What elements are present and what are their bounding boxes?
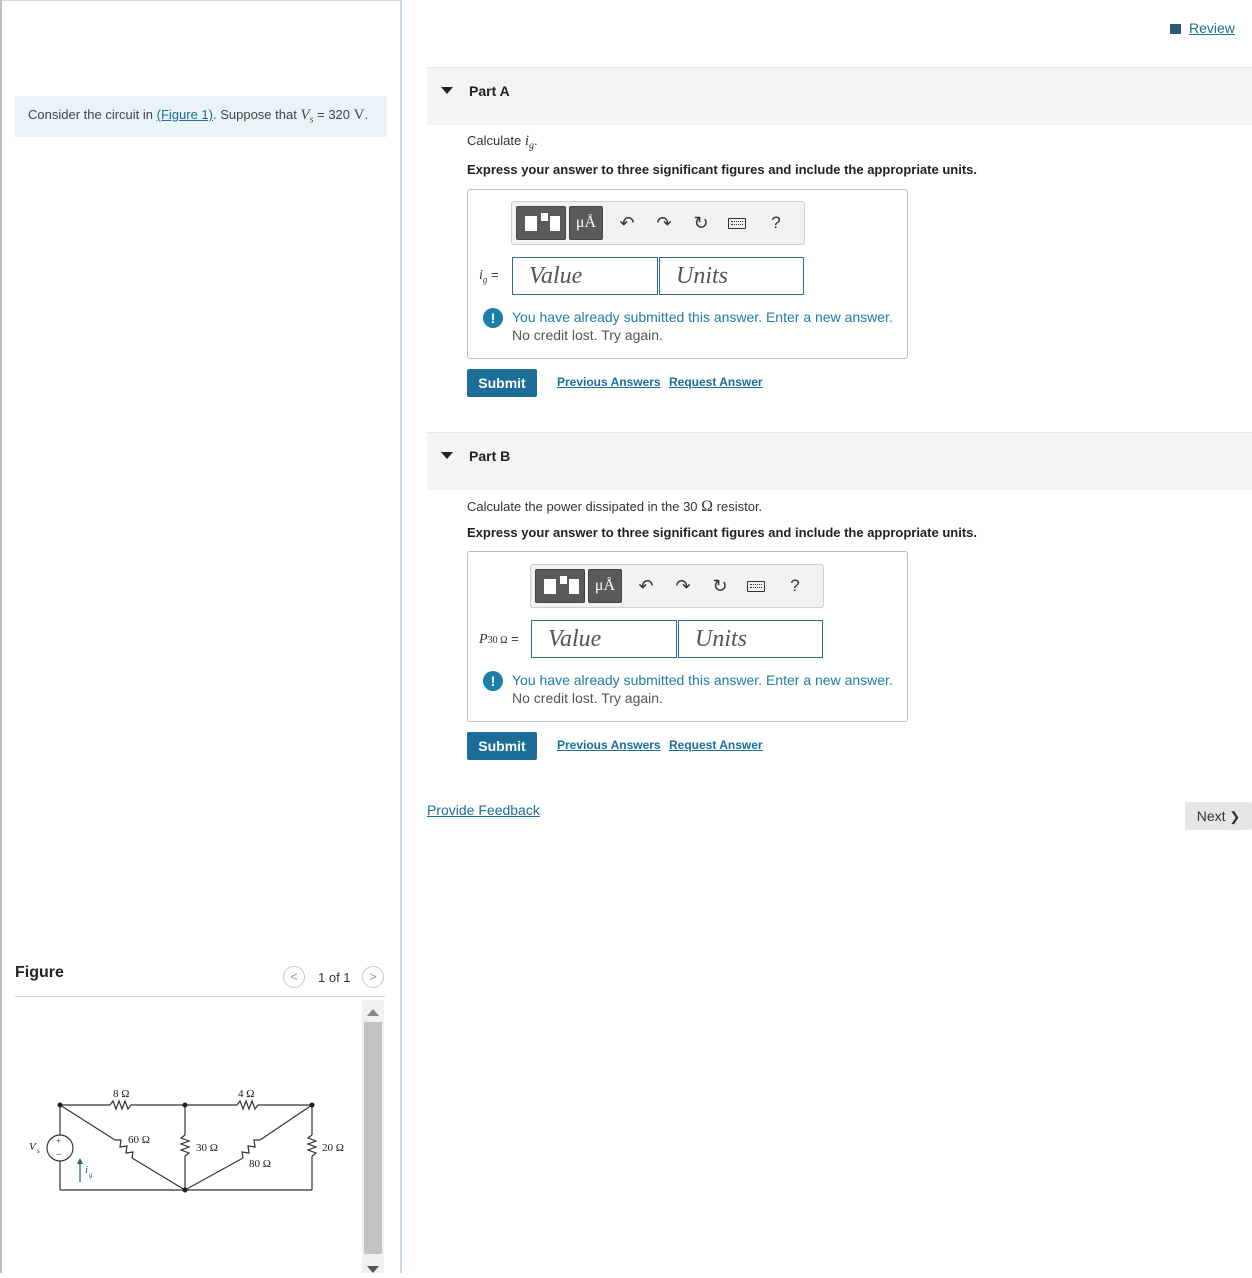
source-minus: − — [56, 1150, 62, 1161]
scroll-down-icon — [367, 1266, 379, 1273]
current-label: i — [85, 1164, 88, 1176]
part-a-value-input[interactable]: Value — [512, 257, 658, 295]
keyboard-icon[interactable] — [728, 218, 746, 229]
part-a-instructions: Express your answer to three significant… — [467, 162, 977, 177]
problem-statement: Consider the circuit in (Figure 1). Supp… — [28, 107, 368, 126]
problem-text-mid: . Suppose that — [212, 107, 301, 122]
figure-prev-button[interactable]: < — [283, 966, 305, 988]
part-b-previous-answers-link[interactable]: Previous Answers — [557, 738, 661, 752]
part-b-request-answer-link[interactable]: Request Answer — [669, 738, 763, 752]
resistor-80-label: 80 Ω — [249, 1158, 271, 1170]
templates-button[interactable] — [535, 569, 585, 603]
undo-icon[interactable]: ↶ — [635, 575, 657, 597]
figure-title: Figure — [15, 964, 64, 981]
part-a-submit-button[interactable]: Submit — [467, 369, 537, 397]
source-sub-label: s — [37, 1147, 40, 1155]
warning-icon: ! — [483, 308, 503, 328]
part-b-value-input[interactable]: Value — [531, 620, 677, 658]
part-a-toolbar: μÅ ↶ ↷ ↻ ? — [511, 201, 805, 245]
figure-link[interactable]: (Figure 1) — [157, 107, 213, 122]
current-arrow-icon — [77, 1158, 83, 1164]
part-a-previous-answers-link[interactable]: Previous Answers — [557, 375, 661, 389]
part-b-var-eq: = — [507, 631, 519, 646]
part-b-question-pre: Calculate the power dissipated in the 30 — [467, 499, 702, 514]
units-button[interactable]: μÅ — [588, 569, 622, 603]
part-b-instructions: Express your answer to three significant… — [467, 525, 977, 540]
template-square-icon — [544, 579, 556, 594]
source-plus: + — [56, 1136, 61, 1146]
part-b-variable-label: P30 Ω = — [479, 631, 519, 648]
resistor-20-label: 20 Ω — [322, 1142, 344, 1154]
problem-text-eq: = 320 — [313, 107, 354, 122]
collapse-caret-icon[interactable] — [441, 452, 453, 459]
part-b-toolbar: μÅ ↶ ↷ ↻ ? — [530, 564, 824, 608]
template-right-square-icon — [569, 579, 579, 594]
template-square-icon — [525, 216, 537, 231]
warning-icon: ! — [483, 671, 503, 691]
resistor-30-label: 30 Ω — [196, 1142, 218, 1154]
book-icon — [1170, 24, 1183, 35]
reset-icon[interactable]: ↻ — [690, 212, 712, 234]
next-label: Next — [1196, 808, 1226, 824]
templates-button[interactable] — [516, 206, 566, 240]
top-divider — [2, 0, 400, 1]
part-a-request-answer-link[interactable]: Request Answer — [669, 375, 763, 389]
problem-text-pre: Consider the circuit in — [28, 107, 157, 122]
keyboard-icon[interactable] — [747, 581, 765, 592]
redo-icon[interactable]: ↷ — [653, 212, 675, 234]
part-b-submit-button[interactable]: Submit — [467, 732, 537, 760]
source-label: V — [29, 1141, 37, 1153]
part-a-warning-detail: No credit lost. Try again. — [512, 327, 663, 343]
figure-separator — [15, 996, 385, 997]
review-link[interactable]: Review — [1170, 20, 1235, 36]
part-a-title: Part A — [469, 83, 510, 99]
template-small-square-icon — [560, 576, 567, 584]
reset-icon[interactable]: ↻ — [709, 575, 731, 597]
part-a-var-eq: = — [487, 267, 499, 282]
next-button[interactable]: Next ❯ — [1185, 802, 1252, 830]
part-b-var: P — [479, 632, 488, 647]
part-b-question: Calculate the power dissipated in the 30… — [467, 498, 762, 516]
collapse-caret-icon[interactable] — [441, 87, 453, 94]
figure-count: 1 of 1 — [318, 970, 351, 985]
part-a-warning: You have already submitted this answer. … — [512, 309, 893, 325]
part-a-header[interactable] — [427, 67, 1252, 125]
part-b-var-sub: 30 Ω — [487, 635, 508, 646]
figure-scrollbar-thumb[interactable] — [364, 1022, 382, 1254]
chevron-right-icon: ❯ — [1229, 809, 1241, 824]
problem-unit: V — [353, 107, 365, 123]
problem-var-v: V — [300, 107, 310, 123]
template-right-square-icon — [550, 216, 560, 231]
current-sub-label: g — [89, 1171, 93, 1179]
part-a-variable-label: ig = — [479, 267, 499, 285]
part-b-warning: You have already submitted this answer. … — [512, 672, 893, 688]
help-button[interactable]: ? — [784, 575, 806, 597]
part-a-units-input[interactable]: Units — [659, 257, 804, 295]
part-b-warning-detail: No credit lost. Try again. — [512, 690, 663, 706]
resistor-8-label: 8 Ω — [113, 1088, 129, 1100]
panel-divider[interactable] — [400, 0, 402, 1273]
units-button[interactable]: μÅ — [569, 206, 603, 240]
part-a-question: Calculate ig. — [467, 133, 538, 152]
part-b-units-input[interactable]: Units — [678, 620, 823, 658]
undo-icon[interactable]: ↶ — [616, 212, 638, 234]
part-b-question-post: resistor. — [713, 499, 763, 514]
part-b-header[interactable] — [427, 432, 1252, 490]
resistor-60-label: 60 Ω — [128, 1134, 150, 1146]
help-button[interactable]: ? — [765, 212, 787, 234]
part-b-title: Part B — [469, 448, 511, 464]
problem-text-end: . — [364, 107, 369, 122]
part-b-question-unit: Ω — [701, 498, 714, 515]
left-border — [0, 0, 2, 1273]
resistor-4-label: 4 Ω — [238, 1088, 254, 1100]
redo-icon[interactable]: ↷ — [672, 575, 694, 597]
part-a-question-post: . — [533, 133, 538, 148]
circuit-diagram: 8 Ω 4 Ω 60 Ω 30 Ω 80 Ω 20 Ω V s i g + − — [29, 1088, 344, 1193]
provide-feedback-link[interactable]: Provide Feedback — [427, 802, 540, 818]
figure-next-button[interactable]: > — [362, 966, 384, 988]
review-label: Review — [1189, 20, 1235, 36]
template-small-square-icon — [541, 213, 548, 221]
scroll-up-icon — [367, 1009, 379, 1016]
part-a-question-pre: Calculate — [467, 133, 525, 148]
